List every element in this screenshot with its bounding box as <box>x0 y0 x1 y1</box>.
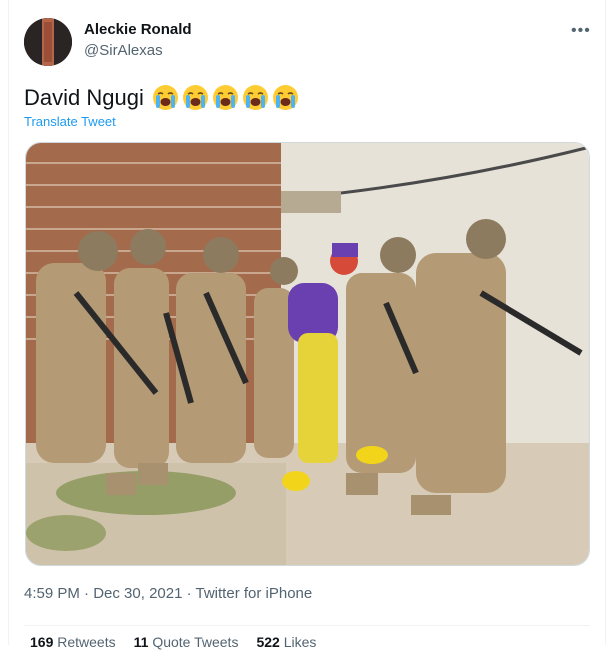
tweet-text: David Ngugi <box>24 84 144 110</box>
retweets-label: Retweets <box>57 634 116 650</box>
loudly-crying-face-icon <box>242 85 268 110</box>
tweet-meta: 4:59 PM · Dec 30, 2021 · Twitter for iPh… <box>24 585 312 602</box>
retweets-stat[interactable]: 169 Retweets <box>30 634 116 650</box>
translate-tweet-link[interactable]: Translate Tweet <box>24 114 116 129</box>
likes-stat[interactable]: 522 Likes <box>256 634 316 650</box>
tweet-body: David Ngugi <box>24 84 299 111</box>
tweet-photo[interactable] <box>25 142 590 566</box>
divider <box>24 625 590 626</box>
photo-soldiers-and-clown <box>26 143 589 565</box>
meta-separator-2: · <box>182 585 196 602</box>
emoji-row <box>152 84 299 111</box>
loudly-crying-face-icon <box>272 85 298 110</box>
quote-tweets-stat[interactable]: 11 Quote Tweets <box>134 634 239 650</box>
display-name[interactable]: Aleckie Ronald <box>84 21 192 38</box>
loudly-crying-face-icon <box>212 85 238 110</box>
quote-tweets-count: 11 <box>133 634 149 650</box>
tweet-source[interactable]: Twitter for iPhone <box>196 585 313 602</box>
loudly-crying-face-icon <box>152 85 178 110</box>
more-options-icon[interactable]: ••• <box>571 22 591 40</box>
meta-separator: · <box>79 585 94 602</box>
retweets-count: 169 <box>30 634 54 650</box>
loudly-crying-face-icon <box>182 85 208 110</box>
tweet-time[interactable]: 4:59 PM <box>24 585 80 602</box>
user-handle[interactable]: @SirAlexas <box>84 42 163 59</box>
quote-tweets-label: Quote Tweets <box>152 634 239 650</box>
likes-count: 522 <box>256 634 280 650</box>
likes-label: Likes <box>283 634 317 650</box>
tweet-date[interactable]: Dec 30, 2021 <box>93 585 182 602</box>
tweet-stats: 169 Retweets 11 Quote Tweets 522 Likes <box>30 634 316 650</box>
avatar[interactable] <box>24 18 72 66</box>
